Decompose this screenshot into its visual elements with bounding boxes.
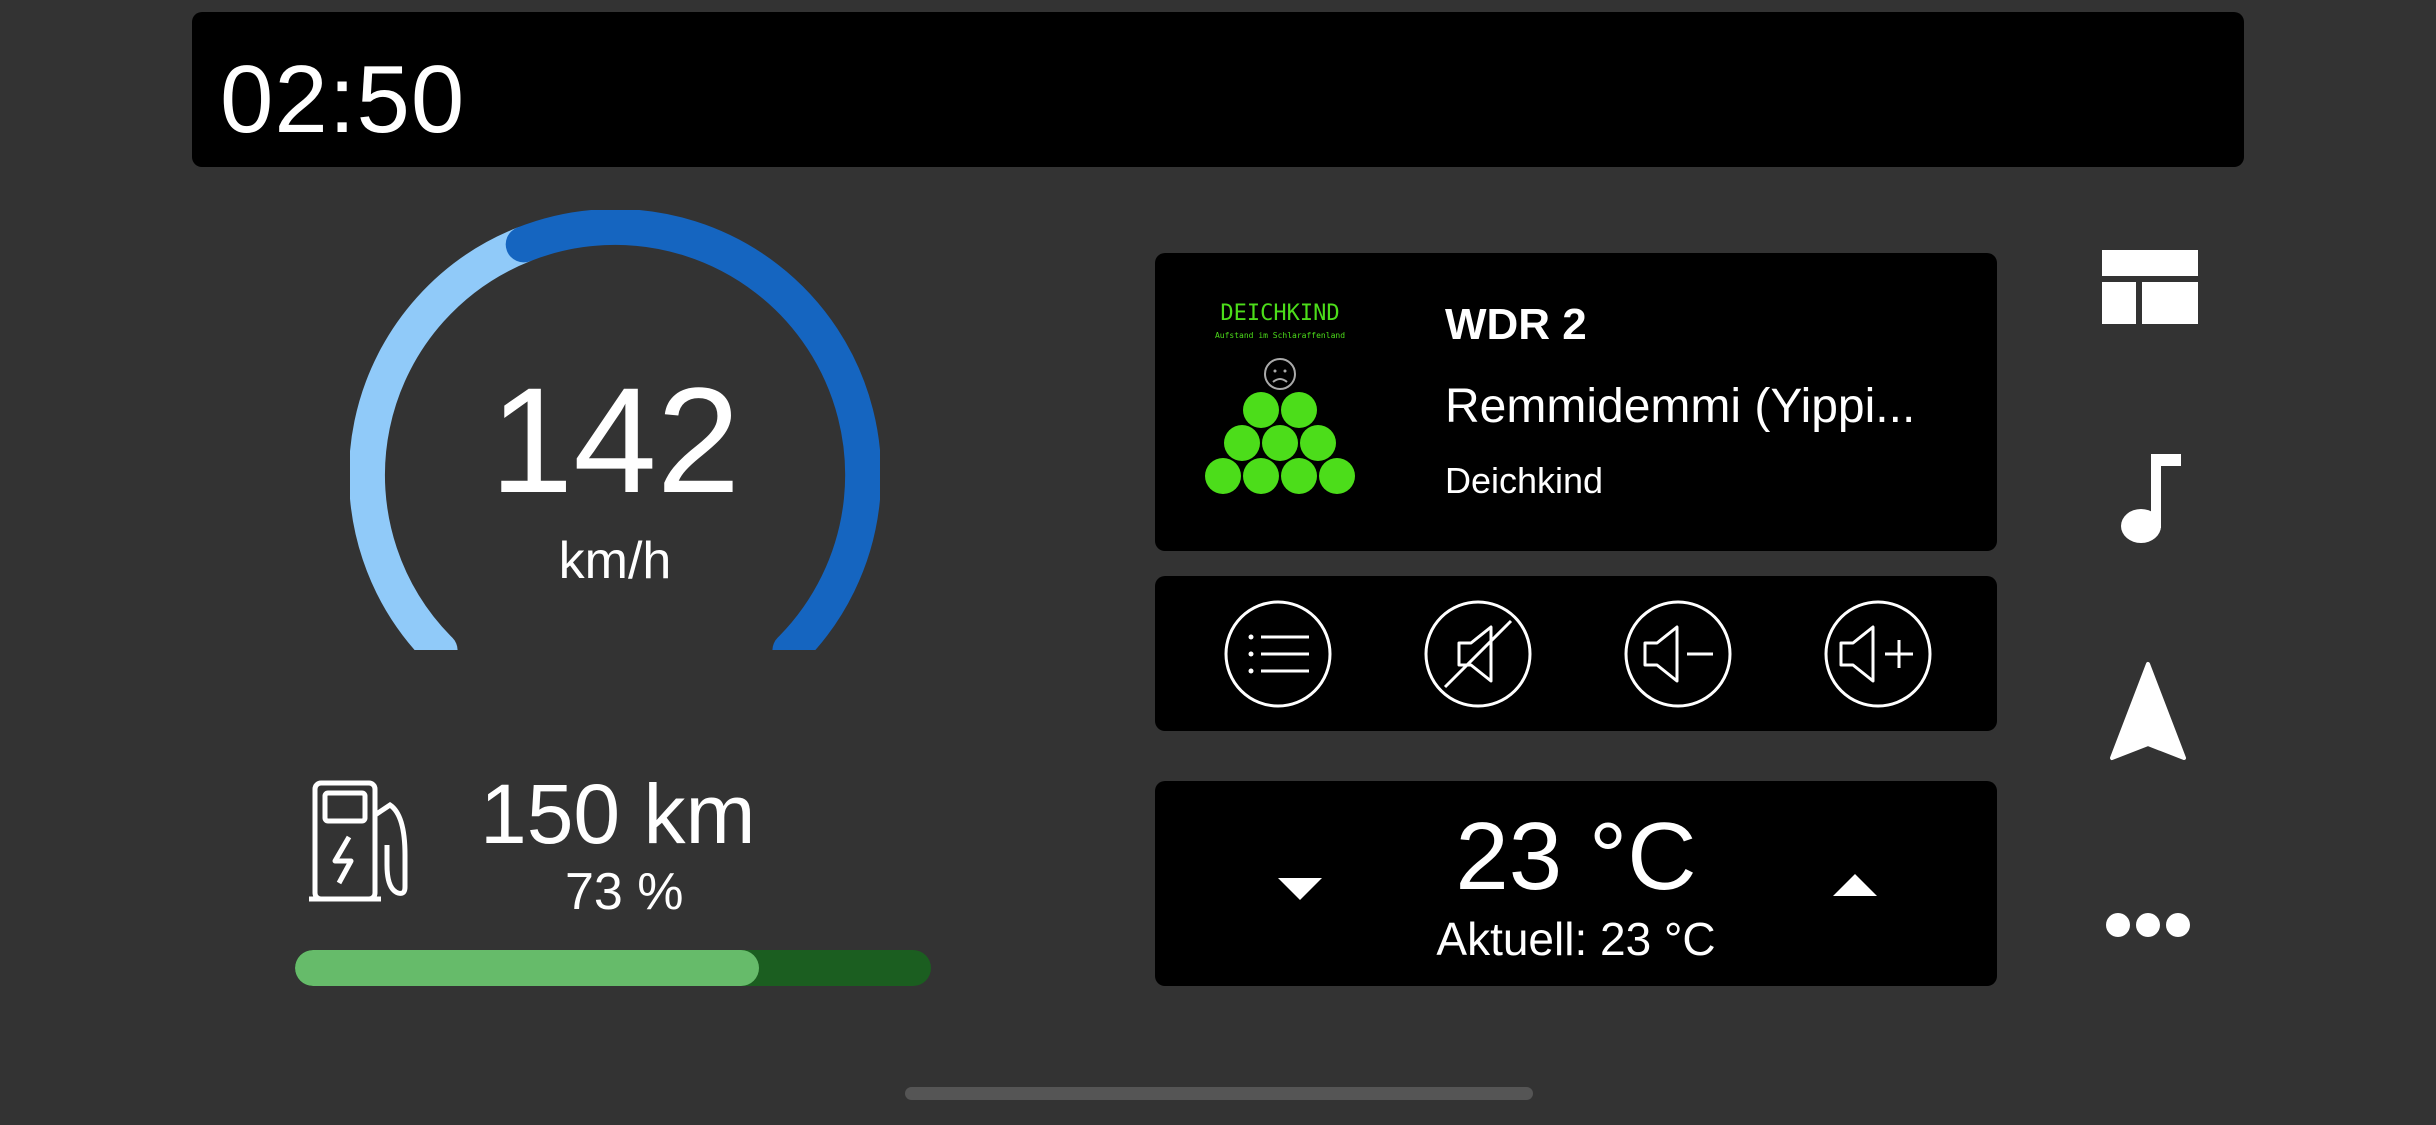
speed-value: 142 — [489, 356, 741, 524]
navigation-arrow-icon[interactable] — [2108, 660, 2188, 762]
chevron-up-icon — [1833, 874, 1877, 896]
battery-percent: 73 % — [565, 863, 684, 921]
list-icon[interactable] — [1223, 599, 1333, 709]
track-title: Remmidemmi (Yippi... — [1445, 380, 1916, 433]
volume-down-icon[interactable] — [1623, 599, 1733, 709]
media-panel[interactable]: DEICHKIND Aufstand im Schlaraffenland WD… — [1155, 253, 1997, 551]
album-art-subtitle: Aufstand im Schlaraffenland — [1215, 331, 1345, 340]
current-temperature: Aktuell: 23 °C — [1436, 913, 1716, 965]
home-indicator[interactable] — [905, 1087, 1533, 1100]
climate-panel: 23 °C Aktuell: 23 °C — [1155, 781, 1997, 986]
status-bar: 02:50 — [192, 12, 2244, 167]
clock: 02:50 — [220, 46, 466, 153]
dashboard-icon[interactable] — [2102, 250, 2198, 324]
music-note-icon[interactable] — [2115, 450, 2185, 550]
media-controls — [1155, 576, 1997, 731]
mute-icon[interactable] — [1423, 599, 1533, 709]
temp-up-button[interactable] — [1825, 866, 1885, 906]
battery-level-bar — [295, 950, 931, 986]
battery-level-fill — [295, 950, 760, 986]
station-name: WDR 2 — [1445, 300, 1587, 349]
speed-unit: km/h — [558, 532, 672, 590]
ev-charger-icon — [309, 780, 408, 902]
album-art: DEICHKIND Aufstand im Schlaraffenland — [1205, 301, 1355, 494]
volume-up-icon[interactable] — [1823, 599, 1933, 709]
range-value: 150 km — [480, 767, 756, 861]
more-icon[interactable] — [2105, 910, 2191, 940]
album-art-title: DEICHKIND — [1220, 301, 1339, 326]
artist-name: Deichkind — [1445, 460, 1604, 501]
